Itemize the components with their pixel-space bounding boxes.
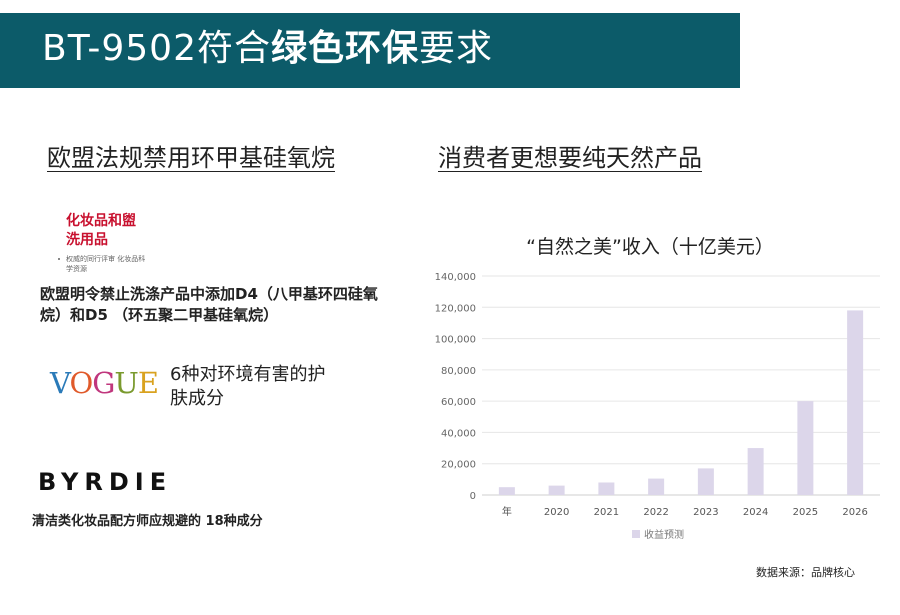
bar: [847, 310, 864, 495]
right-section-heading: 消费者更想要纯天然产品: [438, 144, 702, 172]
left-section-heading: 欧盟法规禁用环甲基硅氧烷: [47, 144, 335, 172]
x-tick-label: 2026: [842, 507, 867, 518]
legend-label: 收益预测: [644, 528, 684, 541]
bar: [797, 401, 814, 495]
source-note: 数据来源：品牌核心: [756, 566, 855, 579]
page-title: BT-9502符合绿色环保要求: [42, 28, 494, 69]
legend-swatch: [632, 530, 640, 538]
x-tick-label: 2021: [594, 507, 619, 518]
y-tick-label: 140,000: [435, 272, 476, 283]
journal-logo: 化妆品和盥洗用品 权威的同行评审 化妆品科学资源: [58, 212, 148, 282]
vogue-logo: VOGUE: [50, 366, 159, 400]
bar: [747, 448, 764, 495]
bar: [548, 485, 565, 495]
bar: [598, 482, 615, 495]
x-tick-label: 2023: [693, 507, 718, 518]
revenue-chart: “自然之美”收入（十亿美元） 0 20,000 40,000 60,000 80,000 1…: [435, 236, 880, 541]
vogue-letter: U: [114, 366, 138, 400]
bar: [697, 468, 714, 495]
vogue-letter: E: [137, 366, 159, 400]
y-tick-label: 120,000: [435, 303, 476, 314]
x-tick-label: 年: [502, 505, 512, 518]
x-tick-label: 2024: [743, 507, 768, 518]
y-tick-label: 40,000: [441, 428, 476, 439]
y-tick-label: 20,000: [441, 460, 476, 471]
chart-title: “自然之美”收入（十亿美元）: [526, 236, 774, 258]
bar: [498, 487, 515, 495]
journal-name: 化妆品和盥洗用品: [66, 213, 136, 248]
bar: [648, 478, 665, 495]
vogue-letter: G: [92, 366, 115, 400]
byrdie-text: 清洁类化妆品配方师应规避的 18种成分: [32, 514, 263, 529]
y-tick-label: 60,000: [441, 397, 476, 408]
vogue-text: 6种对环境有害的护肤成分: [170, 364, 326, 409]
x-tick-label: 2025: [793, 507, 818, 518]
journal-subtitle: 权威的同行评审 化妆品科学资源: [66, 255, 146, 273]
x-tick-label: 2022: [643, 507, 668, 518]
y-tick-label: 100,000: [435, 335, 476, 346]
eu-regulation-text: 欧盟明令禁止洗涤产品中添加D4（八甲基环四硅氧烷）和D5 （环五聚二甲基硅氧烷）: [40, 285, 378, 324]
title-banner: BT-9502符合绿色环保要求: [0, 13, 740, 88]
vogue-letter: O: [69, 366, 93, 400]
vogue-letter: V: [50, 366, 70, 400]
y-tick-label: 0: [470, 491, 476, 502]
journal-bullet: [58, 258, 60, 260]
x-tick-label: 2020: [544, 507, 569, 518]
byrdie-logo: BYRDIE: [38, 468, 173, 496]
y-tick-label: 80,000: [441, 366, 476, 377]
